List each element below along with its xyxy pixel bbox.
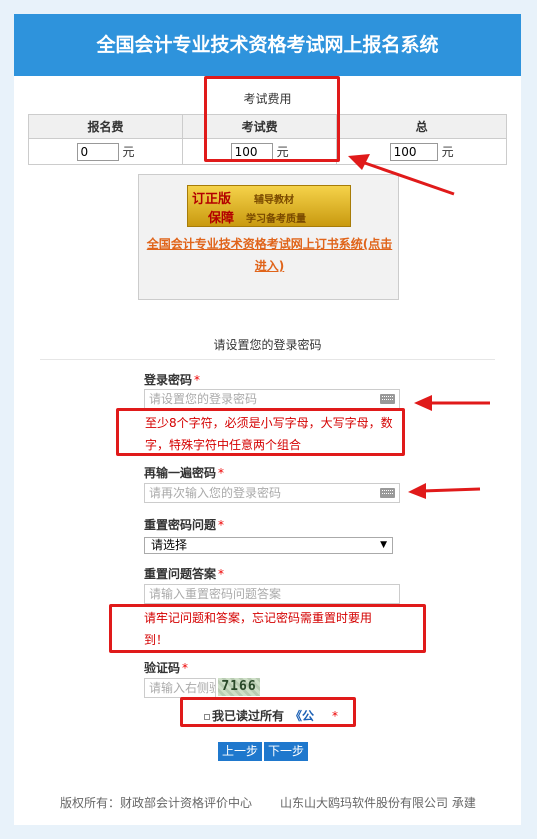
fee-unit: 元 <box>122 144 135 159</box>
fee-col-total: 总 <box>336 114 507 139</box>
page-title: 全国会计专业技术资格考试网上报名系统 <box>14 14 521 76</box>
ad-banner-line2b: 学习备考质量 <box>246 214 306 225</box>
reset-question-select[interactable]: 请选择 ▼ <box>144 537 393 554</box>
keyboard-icon[interactable] <box>380 488 395 498</box>
footer-copyright: 版权所有：财政部会计资格评价中心 <box>60 796 253 810</box>
arrow-icon <box>348 154 455 196</box>
next-button[interactable]: 下一步 <box>264 742 309 761</box>
highlight-box-agreement <box>180 697 356 727</box>
ad-banner-line1: 订正版 <box>192 192 232 207</box>
divider <box>40 359 495 360</box>
ad-banner-line2: 保障 <box>208 211 235 226</box>
captcha-label: 验证码 * <box>144 661 189 675</box>
reset-question-label: 重置密码问题 * <box>144 518 225 532</box>
footer-builder: 山东山大鸥玛软件股份有限公司 承建 <box>280 796 476 810</box>
highlight-box-exam-fee <box>204 76 340 162</box>
reset-answer-label: 重置问题答案 * <box>144 567 225 581</box>
confirm-password-input[interactable]: 请再次输入您的登录密码 <box>144 483 400 503</box>
fee-cell-registration: 元 <box>27 138 184 165</box>
password-section-caption: 请设置您的登录密码 <box>213 338 322 352</box>
fee-col-registration: 报名费 <box>27 114 184 139</box>
reset-answer-input[interactable]: 请输入重置密码问题答案 <box>144 584 400 604</box>
keyboard-icon[interactable] <box>380 394 395 404</box>
arrow-icon <box>408 483 481 499</box>
highlight-box-answer-note <box>109 604 426 653</box>
chevron-down-icon: ▼ <box>380 540 387 550</box>
confirm-password-label: 再输一遍密码 * <box>144 466 225 480</box>
password-input[interactable]: 请设置您的登录密码 <box>144 389 400 409</box>
ad-banner-line1b: 辅导教材 <box>254 195 294 206</box>
captcha-image[interactable]: 7166 <box>218 678 260 696</box>
ad-banner-image[interactable]: 订正版 辅导教材 保障 学习备考质量 <box>187 185 351 227</box>
captcha-input[interactable]: 请输入右侧验证码 <box>144 678 216 698</box>
highlight-box-password-rule <box>116 408 405 456</box>
prev-button[interactable]: 上一步 <box>218 742 263 761</box>
arrow-icon <box>414 395 490 411</box>
password-label: 登录密码 * <box>144 373 201 387</box>
registration-fee-input[interactable] <box>76 142 119 161</box>
book-order-link[interactable]: 全国会计专业技术资格考试网上订书系统(点击进入) <box>141 233 398 277</box>
